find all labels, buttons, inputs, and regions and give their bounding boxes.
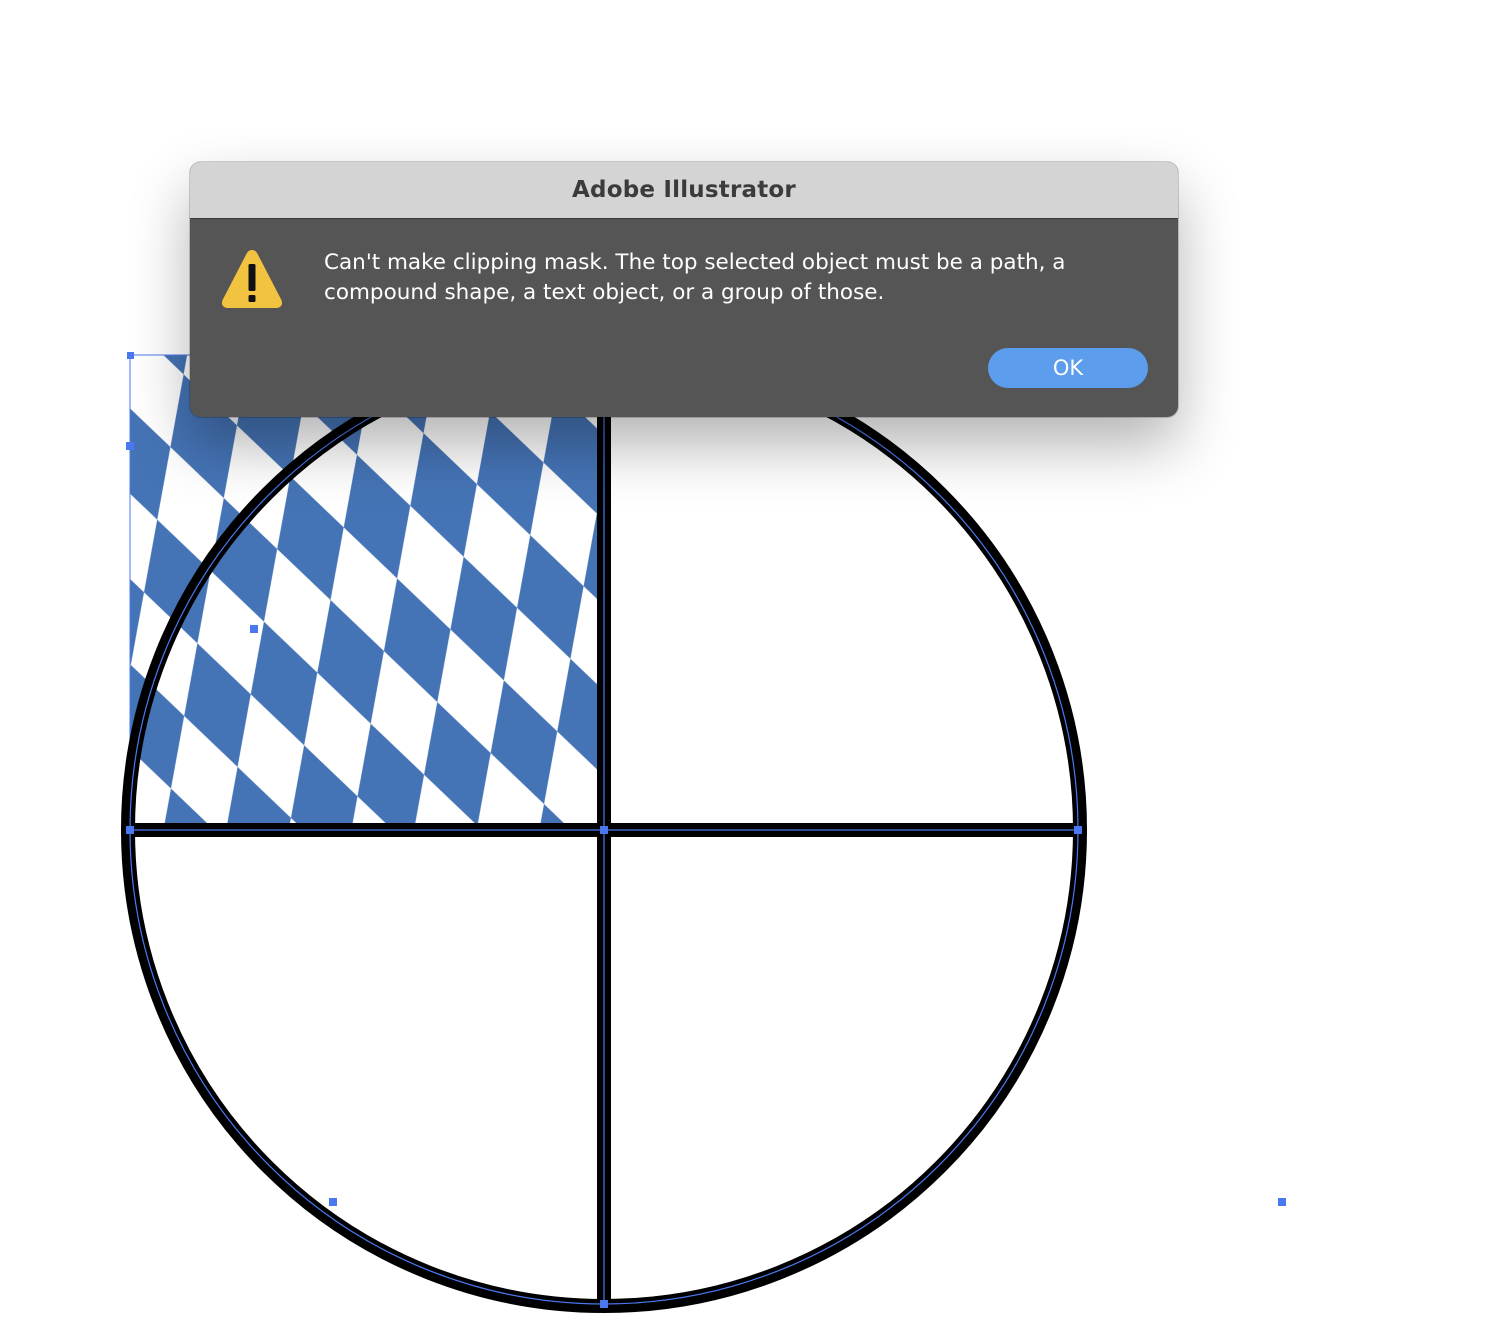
- ok-button[interactable]: OK: [988, 348, 1148, 388]
- anchor-point: [126, 826, 134, 834]
- anchor-point: [329, 1198, 337, 1206]
- anchor-point: [600, 1300, 608, 1308]
- diamond-pattern-rectangle[interactable]: [129, 354, 605, 831]
- anchor-point: [1278, 1198, 1286, 1206]
- anchor-point: [250, 625, 258, 633]
- warning-icon: [221, 250, 283, 308]
- dialog-titlebar[interactable]: Adobe Illustrator: [190, 162, 1178, 219]
- anchor-point: [600, 826, 608, 834]
- alert-dialog: Adobe Illustrator Can't make clipping ma…: [190, 162, 1178, 417]
- anchor-point: [126, 442, 134, 450]
- anchor-point: [1074, 826, 1082, 834]
- dialog-title: Adobe Illustrator: [572, 177, 796, 203]
- anchor-point: [127, 352, 134, 359]
- dialog-message: Can't make clipping mask. The top select…: [324, 250, 1066, 305]
